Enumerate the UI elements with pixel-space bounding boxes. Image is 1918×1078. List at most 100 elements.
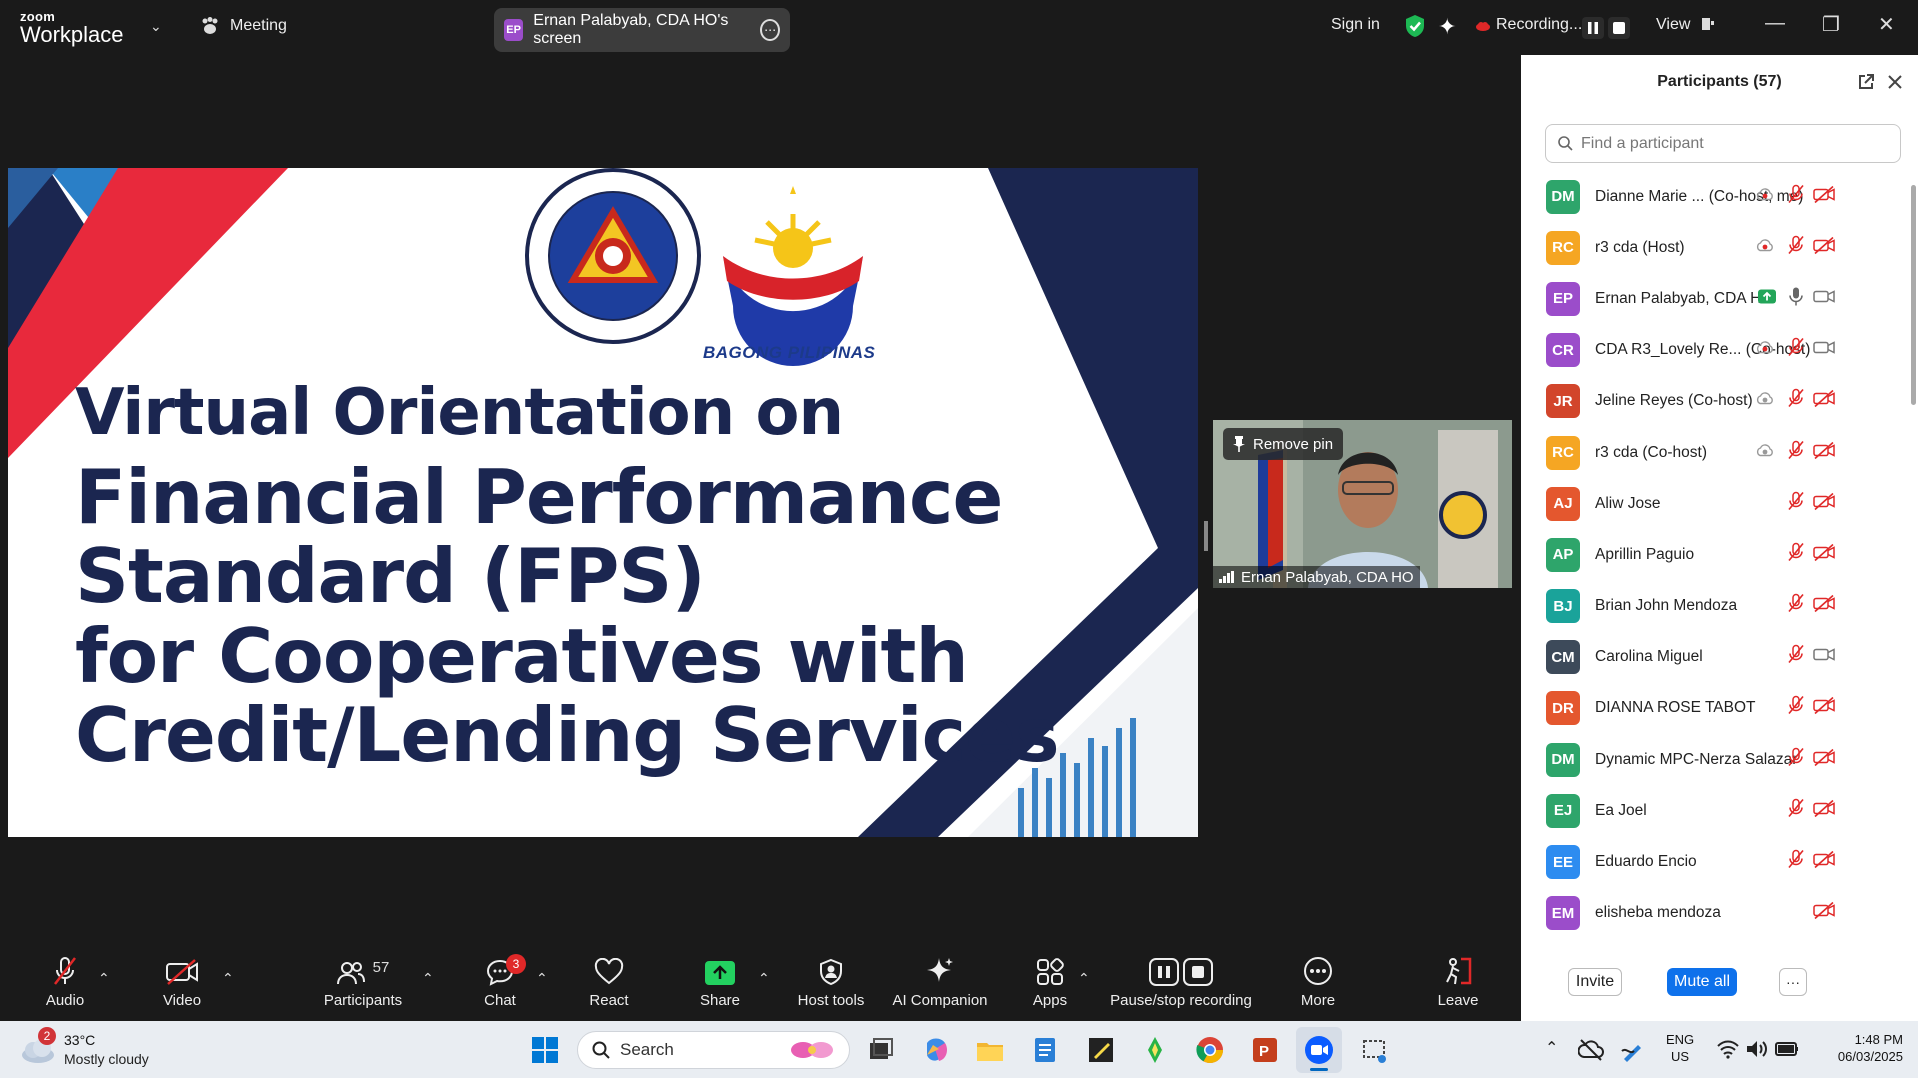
- mute-all-button[interactable]: Mute all: [1667, 968, 1737, 996]
- wifi-app-icon[interactable]: [1140, 1035, 1170, 1065]
- battery-icon[interactable]: [1774, 1037, 1800, 1061]
- leave-button[interactable]: Leave: [1436, 948, 1480, 1021]
- minimize-icon[interactable]: —: [1765, 12, 1785, 35]
- mic-status[interactable]: [1787, 747, 1805, 772]
- mic-status[interactable]: [1787, 491, 1805, 516]
- sticky-notes-icon[interactable]: [1086, 1035, 1116, 1065]
- audio-button[interactable]: Audio: [40, 948, 90, 1021]
- participant-row[interactable]: BJ Brian John Mendoza: [1521, 581, 1911, 632]
- chat-options-caret[interactable]: ⌃: [536, 970, 548, 987]
- camera-status[interactable]: [1813, 799, 1835, 822]
- participant-row[interactable]: EE Eduardo Encio: [1521, 836, 1911, 887]
- show-hidden-icons[interactable]: ⌃: [1545, 1038, 1558, 1058]
- host-tools-button[interactable]: Host tools: [795, 948, 867, 1021]
- clock[interactable]: 1:48 PM 06/03/2025: [1818, 1032, 1903, 1066]
- resize-handle[interactable]: [1204, 521, 1208, 551]
- pop-out-icon[interactable]: [1857, 73, 1875, 91]
- apps-button[interactable]: Apps: [1030, 948, 1070, 1021]
- camera-status[interactable]: [1813, 492, 1835, 515]
- camera-status[interactable]: [1813, 594, 1835, 618]
- windows-start-icon[interactable]: [530, 1035, 560, 1065]
- notepad-icon[interactable]: [1030, 1035, 1060, 1065]
- participant-row[interactable]: RC r3 cda (Co-host): [1521, 427, 1911, 478]
- participant-row[interactable]: DM Dianne Marie ... (Co-host, me): [1521, 171, 1911, 222]
- react-button[interactable]: React: [585, 948, 633, 1021]
- pause-recording-button[interactable]: [1582, 17, 1604, 39]
- camera-status[interactable]: [1813, 441, 1835, 464]
- zoom-taskbar-button[interactable]: [1296, 1027, 1342, 1073]
- meeting-info-button[interactable]: Meeting: [200, 17, 287, 35]
- chat-button[interactable]: 3 Chat: [480, 948, 526, 1021]
- view-button[interactable]: View: [1656, 16, 1715, 34]
- security-shield-icon[interactable]: [1404, 14, 1426, 38]
- camera-status[interactable]: [1813, 748, 1835, 771]
- participants-button[interactable]: 57 Participants: [320, 948, 406, 1021]
- mic-status[interactable]: [1787, 798, 1805, 823]
- share-options-caret[interactable]: ⌃: [758, 970, 770, 987]
- powerpoint-icon[interactable]: P: [1250, 1035, 1280, 1065]
- snipping-tool-icon[interactable]: [1360, 1035, 1390, 1065]
- camera-status[interactable]: [1813, 902, 1835, 925]
- sign-in-link[interactable]: Sign in: [1331, 16, 1380, 34]
- chevron-down-icon[interactable]: ⌄: [150, 18, 162, 35]
- participant-row[interactable]: EP Ernan Palabyab, CDA HO: [1521, 273, 1911, 324]
- mic-status[interactable]: [1787, 593, 1805, 619]
- taskbar-search[interactable]: Search: [577, 1031, 850, 1069]
- language-indicator[interactable]: ENG US: [1666, 1032, 1694, 1066]
- cloud-sync-icon[interactable]: [1578, 1037, 1604, 1063]
- video-button[interactable]: Video: [157, 948, 207, 1021]
- shared-screen-pill[interactable]: EP Ernan Palabyab, CDA HO's screen ⋯: [494, 8, 790, 52]
- find-participant-input[interactable]: Find a participant: [1545, 124, 1901, 163]
- pause-stop-recording-button[interactable]: Pause/stop recording: [1108, 948, 1254, 1021]
- restore-icon[interactable]: ❐: [1822, 12, 1840, 37]
- mic-status[interactable]: [1787, 235, 1805, 260]
- participants-scrollbar[interactable]: [1911, 185, 1916, 405]
- participants-options-caret[interactable]: ⌃: [422, 970, 434, 987]
- participant-row[interactable]: RC r3 cda (Host): [1521, 222, 1911, 273]
- participant-row[interactable]: AP Aprillin Paguio: [1521, 529, 1911, 580]
- camera-status[interactable]: [1813, 697, 1835, 720]
- participant-row[interactable]: CR CDA R3_Lovely Re... (Co-host): [1521, 325, 1911, 376]
- mic-status[interactable]: [1787, 849, 1805, 875]
- camera-status[interactable]: [1813, 185, 1835, 208]
- mic-status[interactable]: [1787, 389, 1805, 414]
- participant-row[interactable]: DR DIANNA ROSE TABOT: [1521, 683, 1911, 734]
- more-button[interactable]: More: [1298, 948, 1338, 1021]
- camera-status[interactable]: [1813, 850, 1835, 874]
- mic-status[interactable]: [1789, 286, 1803, 311]
- mic-status[interactable]: [1787, 542, 1805, 567]
- camera-status[interactable]: [1813, 340, 1835, 361]
- remove-pin-button[interactable]: Remove pin: [1223, 428, 1344, 460]
- close-panel-icon[interactable]: [1887, 74, 1903, 90]
- close-icon[interactable]: ✕: [1878, 12, 1895, 37]
- volume-icon[interactable]: [1745, 1037, 1769, 1061]
- mic-status[interactable]: [1787, 184, 1805, 209]
- camera-status[interactable]: [1813, 543, 1835, 566]
- more-options-button[interactable]: ···: [1779, 968, 1807, 996]
- more-options-icon[interactable]: ⋯: [760, 19, 780, 41]
- camera-status[interactable]: [1813, 288, 1835, 309]
- mic-status[interactable]: [1787, 696, 1805, 721]
- copilot-icon[interactable]: [921, 1035, 951, 1065]
- participant-row[interactable]: AJ Aliw Jose: [1521, 478, 1911, 529]
- task-view-icon[interactable]: [866, 1035, 896, 1065]
- camera-status[interactable]: [1813, 236, 1835, 259]
- apps-options-caret[interactable]: ⌃: [1078, 970, 1090, 987]
- ai-sparkle-icon[interactable]: ✦: [1438, 14, 1456, 40]
- mic-status[interactable]: [1787, 440, 1805, 465]
- participant-row[interactable]: DM Dynamic MPC-Nerza Salazar: [1521, 734, 1911, 785]
- pinned-video-tile[interactable]: Remove pin Ernan Palabyab, CDA HO: [1213, 420, 1512, 588]
- participant-row[interactable]: JR Jeline Reyes (Co-host): [1521, 376, 1911, 427]
- chrome-icon[interactable]: [1195, 1035, 1225, 1065]
- participant-row[interactable]: EJ Ea Joel: [1521, 785, 1911, 836]
- participant-row[interactable]: EM elisheba mendoza: [1521, 888, 1911, 939]
- camera-status[interactable]: [1813, 647, 1835, 668]
- wifi-icon[interactable]: [1716, 1037, 1740, 1061]
- ai-companion-button[interactable]: AI Companion: [890, 948, 990, 1021]
- video-options-caret[interactable]: ⌃: [222, 970, 234, 987]
- participant-row[interactable]: CM Carolina Miguel: [1521, 632, 1911, 683]
- stop-recording-button[interactable]: [1608, 17, 1630, 39]
- mic-status[interactable]: [1787, 645, 1805, 670]
- invite-button[interactable]: Invite: [1568, 968, 1622, 996]
- share-button[interactable]: Share: [695, 948, 745, 1021]
